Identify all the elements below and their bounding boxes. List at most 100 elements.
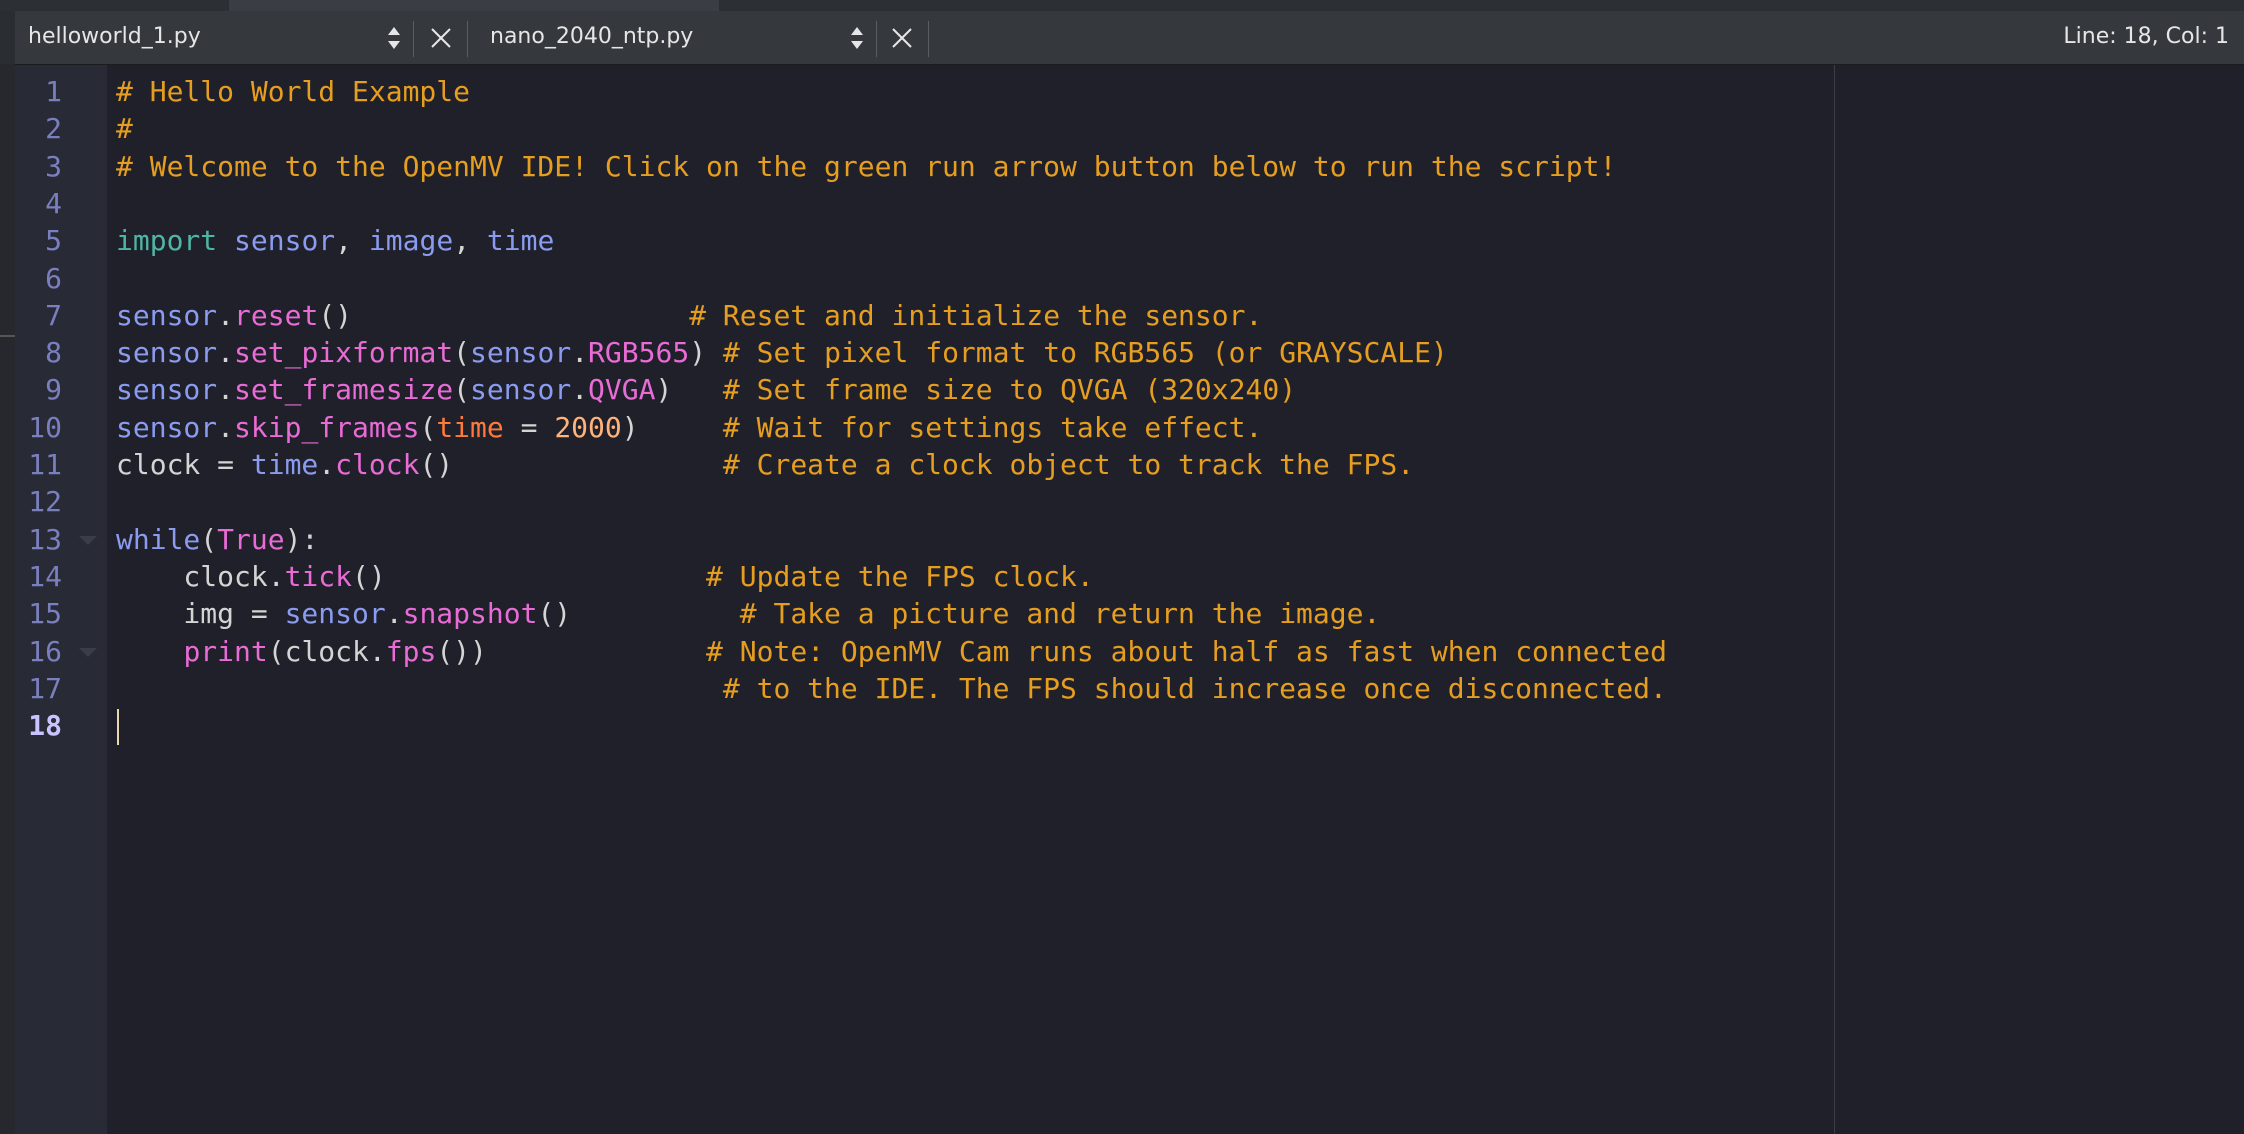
line-number: 16 (28, 634, 62, 668)
code-token: clock (335, 448, 420, 481)
code-token: # Set frame size to QVGA (320x240) (722, 373, 1297, 407)
fold-toggle-icon[interactable] (79, 647, 97, 657)
updown-arrows-icon[interactable] (850, 25, 864, 51)
code-line: # Hello World Example (116, 73, 470, 110)
close-icon[interactable] (427, 24, 455, 52)
code-token: , (335, 224, 369, 258)
code-token: . (385, 597, 403, 631)
code-token: import (116, 224, 218, 258)
tab-label: nano_2040_ntp.py (490, 24, 694, 49)
code-token: # Set pixel format to RGB565 (or GRAYSCA… (722, 336, 1448, 370)
tab-bar-left-edge (0, 11, 15, 64)
code-line: sensor.set_pixformat(sensor.RGB565) # Se… (116, 334, 1448, 371)
line-number: 17 (28, 671, 62, 705)
code-line: # (116, 110, 133, 147)
line-number: 18 (28, 709, 62, 743)
text-cursor (117, 709, 119, 745)
code-token: ) (655, 373, 723, 407)
code-line: import sensor, image, time (116, 222, 554, 259)
code-token: . (217, 298, 235, 332)
code-token: skip_frames (234, 410, 420, 444)
code-token: () (318, 298, 690, 332)
editor-tab-bar: helloworld_1.py nano_2040_ntp.py Line: 1… (0, 11, 2244, 65)
code-token: # Update the FPS clock. (706, 559, 1094, 593)
code-token: # Reset and initialize the sensor. (689, 298, 1263, 332)
code-token: sensor (284, 597, 386, 631)
line-number: 10 (28, 410, 62, 444)
code-token: # Hello World Example (116, 75, 471, 108)
code-token: # Take a picture and return the image. (739, 597, 1381, 631)
code-line: # Welcome to the OpenMV IDE! Click on th… (116, 148, 1616, 185)
tab-nano-2040-ntp[interactable]: nano_2040_ntp.py (478, 11, 878, 64)
line-number: 15 (28, 597, 62, 631)
code-token: RGB565 (588, 336, 690, 370)
right-margin-guide (1834, 65, 1835, 1134)
code-token: sensor (470, 373, 572, 407)
line-number: 2 (45, 112, 62, 146)
line-number: 3 (45, 149, 62, 183)
code-token: sensor (116, 410, 218, 444)
code-token: , (453, 224, 487, 258)
tab-helloworld[interactable]: helloworld_1.py (15, 11, 415, 64)
code-token: # to the IDE. The FPS should increase on… (722, 671, 1667, 705)
tab-separator (876, 21, 877, 57)
code-token: ( (419, 410, 437, 444)
code-token: # Note: OpenMV Cam runs about half as fa… (706, 634, 1667, 668)
line-number: 6 (45, 261, 62, 295)
code-token: ( (453, 336, 471, 370)
cursor-position-status: Line: 18, Col: 1 (2063, 24, 2229, 49)
code-token: # (116, 112, 133, 146)
code-editor[interactable]: # Hello World Example # # Welcome to the O… (107, 65, 1834, 1134)
tab-separator (413, 21, 414, 57)
close-icon[interactable] (888, 24, 916, 52)
code-token: () (419, 448, 723, 481)
line-number: 12 (28, 485, 62, 519)
tab-label: helloworld_1.py (28, 24, 201, 49)
code-token: img = (116, 597, 285, 631)
window-top-strip (0, 0, 2244, 11)
code-line: sensor.set_framesize(sensor.QVGA) # Set … (116, 371, 1296, 408)
code-token: while (116, 522, 201, 556)
code-token: # Welcome to the OpenMV IDE! Click on th… (116, 149, 1617, 183)
code-token: # Wait for settings take effect. (722, 410, 1263, 444)
tab-separator (928, 21, 929, 57)
code-token: image (368, 224, 454, 258)
code-line: clock = time.clock() # Create a clock ob… (116, 446, 1414, 483)
updown-arrows-icon[interactable] (387, 25, 401, 51)
line-number: 5 (45, 224, 62, 258)
code-token: tick (284, 559, 353, 593)
code-token: = (503, 410, 555, 444)
fold-toggle-icon[interactable] (79, 535, 97, 545)
code-token: sensor (116, 298, 218, 332)
code-token: reset (234, 298, 319, 332)
code-token: time (436, 410, 504, 444)
code-token: ( (200, 522, 218, 556)
code-token: sensor (116, 336, 218, 370)
code-token: . (217, 373, 235, 407)
code-token: ): (284, 522, 319, 556)
code-line: print(clock.fps()) # Note: OpenMV Cam ru… (116, 633, 1667, 670)
line-number: 8 (45, 336, 62, 370)
code-token: ) (621, 410, 723, 444)
code-token: time (250, 448, 319, 481)
code-line: sensor.reset() # Reset and initialize th… (116, 297, 1262, 334)
code-token: print (183, 634, 268, 668)
active-tab-indicator (229, 0, 719, 11)
code-token: ()) (436, 634, 707, 668)
code-token: fps (385, 634, 437, 668)
line-number: 9 (45, 373, 62, 407)
code-token: sensor (470, 336, 572, 370)
line-number: 14 (28, 559, 62, 593)
line-number: 1 (45, 75, 62, 108)
code-token: . (318, 448, 336, 481)
code-token: set_framesize (234, 373, 454, 407)
line-number: 4 (45, 186, 62, 220)
code-token: # Create a clock object to track the FPS… (722, 448, 1415, 481)
code-line: while(True): (116, 521, 318, 558)
code-token: QVGA (588, 373, 656, 407)
line-number: 7 (45, 298, 62, 332)
code-token: sensor (116, 373, 218, 407)
